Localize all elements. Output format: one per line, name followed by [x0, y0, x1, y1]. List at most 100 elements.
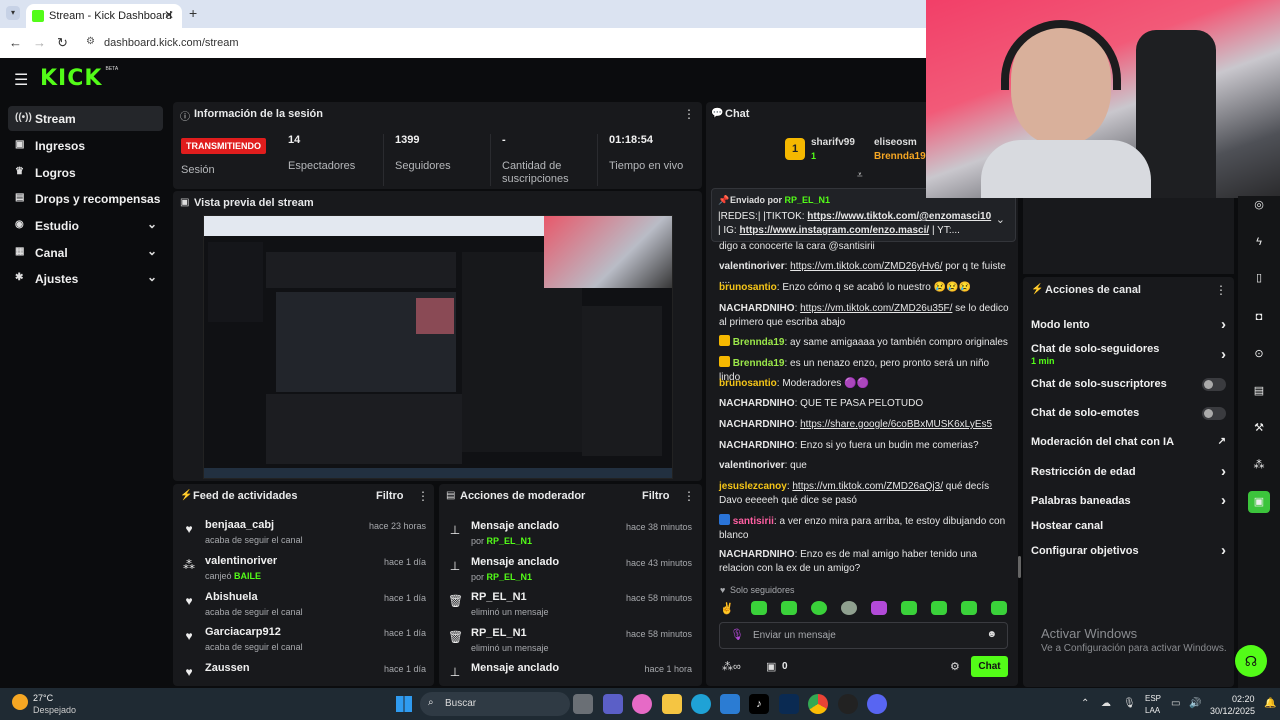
feed-row[interactable]: ♥ Zaussen hace 1 día [182, 662, 432, 684]
back-icon[interactable]: ← [9, 35, 22, 50]
pinned-link-1[interactable]: https://www.tiktok.com/@enzomasci10 [807, 211, 991, 222]
chat-username[interactable]: valentinoriver [719, 460, 785, 471]
mod-row[interactable]: ⊥ Mensaje anclado por RP_EL_N1 hace 43 m… [448, 556, 698, 592]
sidebar-item-drops[interactable]: ▤ Drops y recompensas [8, 186, 163, 211]
chat-message[interactable]: NACHARDNIHO: https://share.google/6coBBx… [719, 418, 1009, 432]
broadcast-icon[interactable]: ⊙ [1248, 343, 1270, 365]
tray-app-icon[interactable]: ☁ [1101, 698, 1111, 709]
emote-picker-icon[interactable]: ✌ [720, 602, 734, 615]
mic-icon[interactable]: 🎙 [730, 628, 744, 641]
network-icon[interactable]: ▭ [1171, 698, 1180, 709]
store-icon[interactable] [720, 694, 740, 714]
stream-preview-video[interactable] [203, 215, 673, 479]
action-goals[interactable]: Configurar objetivos › [1031, 542, 1226, 559]
sidebar-item-stream[interactable]: ((•)) Stream [8, 106, 163, 131]
feed-more-icon[interactable]: ⋮ [417, 489, 429, 503]
mod-row[interactable]: 🗑 RP_EL_N1 eliminó un mensaje hace 58 mi… [448, 591, 698, 627]
emote-icon[interactable] [871, 601, 887, 615]
chat-message[interactable]: NACHARDNIHO: Enzo es de mal amigo haber … [719, 548, 1009, 576]
chat-message[interactable]: NACHARDNIHO: https://vm.tiktok.com/ZMD26… [719, 302, 1009, 330]
chat-link[interactable]: https://share.google/6coBBxMUSK6xLyEs5 [800, 419, 992, 430]
chat-link[interactable]: https://vm.tiktok.com/ZMD26u35F/ [800, 303, 952, 314]
chat-message[interactable]: valentinoriver: que [719, 459, 1009, 473]
address-bar[interactable]: dashboard.kick.com/stream [104, 37, 239, 49]
chevron-down-icon[interactable]: ⌄ [996, 213, 1005, 226]
windows-start-icon[interactable] [396, 696, 412, 712]
emote-icon[interactable] [811, 601, 827, 615]
sidebar-item-ingresos[interactable]: ▣ Ingresos [8, 133, 163, 158]
chat-message[interactable]: brunosantio: Enzo cómo q se acabó lo nue… [719, 281, 1009, 295]
mod-more-icon[interactable]: ⋮ [683, 489, 695, 503]
action-banned-words[interactable]: Palabras baneadas › [1031, 492, 1226, 509]
obs-icon[interactable] [838, 694, 858, 714]
chat-username[interactable]: santisirii [733, 516, 774, 527]
action-age-restriction[interactable]: Restricción de edad › [1031, 463, 1226, 480]
chat-message[interactable]: digo a conocerte la cara @santisirii [719, 240, 1009, 254]
document-icon[interactable]: ▯ [1248, 267, 1270, 289]
action-slow-mode[interactable]: Modo lento › [1031, 316, 1226, 333]
feed-row[interactable]: ⁂ valentinoriver canjeó BAILE hace 1 día [182, 555, 432, 591]
action-subscribers-only[interactable]: Chat de solo-suscriptores [1031, 378, 1226, 391]
chat-input[interactable]: 🎙 Enviar un mensaje ☻ [719, 622, 1008, 649]
chat-message[interactable]: NACHARDNIHO: Enzo si yo fuera un budin m… [719, 439, 1009, 453]
clock-time[interactable]: 02:20 [1232, 694, 1255, 704]
chat-link[interactable]: https://vm.tiktok.com/ZMD26yHv6/ [790, 261, 942, 272]
lang-2[interactable]: LAA [1145, 706, 1160, 715]
taskbar-search[interactable]: ⌕ Buscar [420, 692, 570, 716]
chat-message[interactable]: NACHARDNIHO: QUE TE PASA PELOTUDO [719, 397, 1009, 411]
notification-bell-icon[interactable]: 🔔 [1264, 698, 1276, 709]
chrome-icon[interactable] [808, 694, 828, 714]
emote-icon[interactable] [961, 601, 977, 615]
chat-username[interactable]: NACHARDNIHO [719, 440, 795, 451]
emote-icon[interactable] [841, 601, 857, 615]
feed-row[interactable]: ♥ benjaaa_cabj acaba de seguir el canal … [182, 519, 432, 555]
mod-row[interactable]: 🗑 RP_EL_N1 eliminó un mensaje hace 58 mi… [448, 627, 698, 663]
new-tab-icon[interactable]: + [189, 5, 197, 21]
lightning-icon[interactable]: ϟ [1248, 231, 1270, 253]
site-info-icon[interactable]: ⚙ [86, 36, 95, 47]
chat-send-button[interactable]: Chat [971, 656, 1008, 677]
clock-date[interactable]: 30/12/2025 [1210, 706, 1255, 716]
chat-username[interactable]: Brennda19 [733, 358, 785, 369]
mod-row[interactable]: ⊥ Mensaje anclado hace 1 hora [448, 662, 698, 684]
sidebar-item-canal[interactable]: ▦ Canal ⌄ [8, 240, 163, 265]
chat-username[interactable]: NACHARDNIHO [719, 398, 795, 409]
action-emotes-only[interactable]: Chat de solo-emotes [1031, 407, 1226, 420]
chat-username[interactable]: brunosantio [719, 378, 777, 389]
tiktok-icon[interactable]: ♪ [749, 694, 769, 714]
tray-chevron-icon[interactable]: ⌃ [1081, 698, 1089, 709]
tab-close-icon[interactable]: ✕ [164, 8, 174, 22]
support-headset-icon[interactable]: ☊ [1235, 645, 1267, 677]
mod-filter-button[interactable]: Filtro [642, 490, 670, 502]
chat-message[interactable]: santisirii: a ver enzo mira para arriba,… [719, 514, 1009, 543]
emotes-only-toggle[interactable] [1202, 407, 1226, 420]
feed-filter-button[interactable]: Filtro [376, 490, 404, 502]
emote-icon[interactable] [991, 601, 1007, 615]
teams-icon[interactable] [603, 694, 623, 714]
chat-username[interactable]: NACHARDNIHO [719, 303, 795, 314]
mic-tray-icon[interactable]: 🎙 [1123, 698, 1136, 709]
chat-icon[interactable]: ◘ [1248, 306, 1270, 328]
emote-icon[interactable] [781, 601, 797, 615]
folder-icon[interactable] [662, 694, 682, 714]
chat-username[interactable]: NACHARDNIHO [719, 549, 795, 560]
chat-username[interactable]: NACHARDNIHO [719, 419, 795, 430]
sidebar-item-logros[interactable]: ♛ Logros [8, 160, 163, 185]
channel-actions-more-icon[interactable]: ⋮ [1215, 283, 1227, 297]
pinned-link-2[interactable]: https://www.instagram.com/enzo.masci/ [740, 225, 930, 236]
emote-icon[interactable] [901, 601, 917, 615]
session-more-icon[interactable]: ⋮ [683, 107, 695, 121]
mod-row[interactable]: ⊥ Mensaje anclado por RP_EL_N1 hace 38 m… [448, 520, 698, 556]
emoji-icon[interactable]: ☻ [986, 629, 997, 640]
action-host-channel[interactable]: Hostear canal [1031, 520, 1226, 532]
emote-icon[interactable] [751, 601, 767, 615]
chat-username[interactable]: jesuslezcanoy [719, 481, 787, 492]
wrench-icon[interactable]: ⚒ [1248, 417, 1270, 439]
chat-message[interactable]: Brennda19: ay same amigaaaa yo también c… [719, 335, 1009, 350]
camera-icon[interactable]: ◎ [1248, 194, 1270, 216]
reload-icon[interactable]: ↻ [57, 35, 68, 51]
photoshop-icon[interactable] [779, 694, 799, 714]
lang-1[interactable]: ESP [1145, 694, 1161, 703]
sidebar-item-ajustes[interactable]: ✱ Ajustes ⌄ [8, 266, 163, 291]
chat-username[interactable]: valentinoriver [719, 261, 785, 272]
